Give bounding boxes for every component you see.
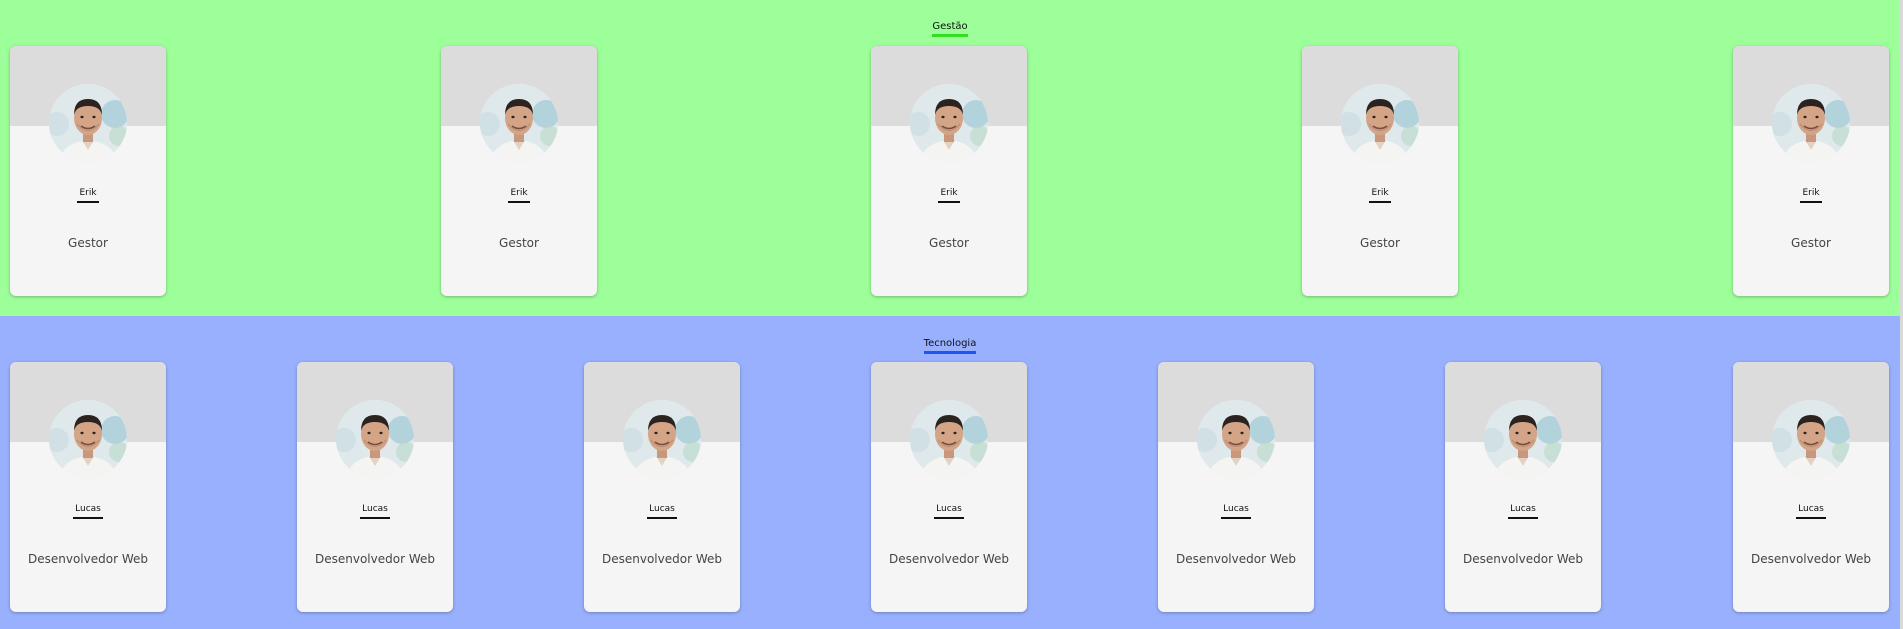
member-role: Desenvolvedor Web [28,552,148,566]
member-card[interactable]: Lucas Desenvolvedor Web [1445,362,1601,612]
member-name: Lucas [1158,504,1314,519]
member-name: Erik [10,188,166,203]
member-name: Lucas [1445,504,1601,519]
avatar [1484,400,1562,478]
member-name: Lucas [1733,504,1889,519]
member-role: Gestor [68,236,108,250]
member-card[interactable]: Lucas Desenvolvedor Web [297,362,453,612]
avatar [49,400,127,478]
avatar [480,84,558,162]
section-title: Gestão [0,21,1900,37]
member-card[interactable]: Lucas Desenvolvedor Web [584,362,740,612]
member-role: Gestor [929,236,969,250]
avatar [910,84,988,162]
member-name: Lucas [10,504,166,519]
member-card[interactable]: Erik Gestor [10,46,166,296]
member-role: Desenvolvedor Web [1463,552,1583,566]
member-card[interactable]: Lucas Desenvolvedor Web [871,362,1027,612]
member-role: Gestor [1360,236,1400,250]
member-name: Lucas [584,504,740,519]
member-card[interactable]: Erik Gestor [1733,46,1889,296]
avatar [49,84,127,162]
member-card[interactable]: Lucas Desenvolvedor Web [1158,362,1314,612]
avatar [623,400,701,478]
avatar [336,400,414,478]
section-tecnologia: Tecnologia Lucas Desenvolvedor Web Lucas… [0,316,1900,629]
member-role: Desenvolvedor Web [1751,552,1871,566]
member-role: Gestor [1791,236,1831,250]
section-title: Tecnologia [0,338,1900,354]
member-name: Erik [1302,188,1458,203]
member-role: Desenvolvedor Web [889,552,1009,566]
member-role: Desenvolvedor Web [315,552,435,566]
member-name: Lucas [871,504,1027,519]
avatar [1197,400,1275,478]
avatar [910,400,988,478]
avatar [1772,400,1850,478]
member-role: Desenvolvedor Web [602,552,722,566]
section-title-text: Tecnologia [923,338,976,354]
member-name: Erik [441,188,597,203]
member-name: Lucas [297,504,453,519]
member-card[interactable]: Lucas Desenvolvedor Web [1733,362,1889,612]
card-list: Erik Gestor Erik Gestor Erik Gestor Erik… [0,46,1900,296]
avatar [1341,84,1419,162]
member-card[interactable]: Erik Gestor [1302,46,1458,296]
card-list: Lucas Desenvolvedor Web Lucas Desenvolve… [0,362,1900,612]
member-card[interactable]: Erik Gestor [441,46,597,296]
member-name: Erik [1733,188,1889,203]
member-card[interactable]: Erik Gestor [871,46,1027,296]
avatar [1772,84,1850,162]
section-title-text: Gestão [932,21,968,37]
member-role: Desenvolvedor Web [1176,552,1296,566]
section-gestao: Gestão Erik Gestor Erik Gestor Erik Gest… [0,0,1900,316]
member-name: Erik [871,188,1027,203]
member-role: Gestor [499,236,539,250]
member-card[interactable]: Lucas Desenvolvedor Web [10,362,166,612]
